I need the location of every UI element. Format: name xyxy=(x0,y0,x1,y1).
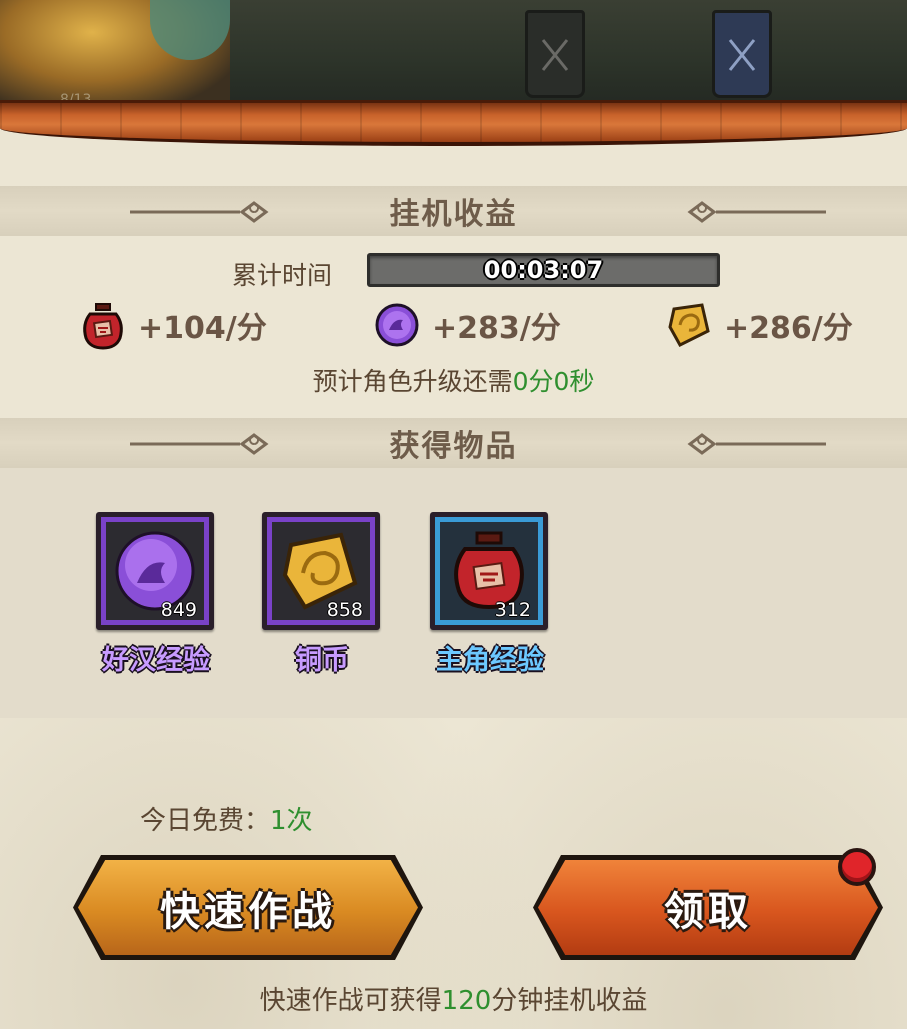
rewards-title: 获得物品 xyxy=(389,429,518,464)
idle-income-title: 挂机收益 xyxy=(389,197,518,232)
quick-battle-button[interactable]: 快速作战 xyxy=(78,860,418,955)
scroll-ornament-icon xyxy=(687,201,826,223)
hint-suffix: 分钟挂机收益 xyxy=(491,986,648,1016)
reward-item-main-exp[interactable]: 312 主角经验 xyxy=(430,512,550,682)
reward-item-copper[interactable]: 858 铜币 xyxy=(262,512,382,682)
rate-orb-text: +283/分 xyxy=(432,311,561,346)
free-uses-today: 今日免费：1次 xyxy=(140,800,313,837)
enemy-banner xyxy=(525,10,585,98)
item-name: 铜币 xyxy=(295,645,349,676)
scene-border xyxy=(0,100,907,146)
gold-coin-icon xyxy=(668,303,710,347)
item-name: 主角经验 xyxy=(436,645,544,676)
enemy-banner xyxy=(712,10,772,98)
battle-scene: 8/13 xyxy=(0,0,907,108)
rate-copper-coin: +286/分 xyxy=(666,298,853,352)
item-count: 858 xyxy=(326,599,363,621)
item-frame: 858 xyxy=(262,512,380,630)
reward-item-hero-exp[interactable]: 849 好汉经验 xyxy=(96,512,216,682)
levelup-estimate: 预计角色升级还需0分0秒 xyxy=(0,362,907,398)
claim-button[interactable]: 领取 xyxy=(538,860,878,955)
accumulated-time-value: 00:03:07 xyxy=(483,256,604,284)
rewards-header: 获得物品 xyxy=(0,418,907,468)
free-uses-value: 1次 xyxy=(270,806,313,836)
scroll-ornament-icon xyxy=(687,433,826,455)
hint-prefix: 快速作战可获得 xyxy=(259,986,442,1016)
scroll-ornament-icon xyxy=(130,433,269,455)
levelup-value: 0分0秒 xyxy=(512,367,595,396)
item-frame: 312 xyxy=(430,512,548,630)
free-uses-label: 今日免费： xyxy=(140,806,271,836)
timer-label: 累计时间 xyxy=(232,261,333,290)
crossed-swords-icon xyxy=(541,39,569,71)
rate-coin-text: +286/分 xyxy=(724,311,853,346)
levelup-label: 预计角色升级还需 xyxy=(312,367,513,396)
rate-hero-exp-text: +104/分 xyxy=(138,311,267,346)
item-frame: 849 xyxy=(96,512,214,630)
idle-income-header: 挂机收益 xyxy=(0,186,907,236)
scroll-ornament-icon xyxy=(130,201,269,223)
item-name: 好汉经验 xyxy=(102,645,210,676)
item-count: 849 xyxy=(160,599,197,621)
accumulated-time-bar: 00:03:07 xyxy=(367,253,720,287)
item-count: 312 xyxy=(494,599,531,621)
quick-battle-hint: 快速作战可获得120分钟挂机收益 xyxy=(0,980,907,1017)
rate-hero-xp-orb: +283/分 xyxy=(374,298,561,352)
crossed-swords-icon xyxy=(728,39,756,71)
rate-hero-exp: +104/分 xyxy=(80,298,267,352)
notification-dot xyxy=(838,848,876,886)
purple-orb-icon xyxy=(375,303,419,347)
red-wine-jar-icon xyxy=(83,303,123,350)
hint-value: 120 xyxy=(441,986,492,1016)
